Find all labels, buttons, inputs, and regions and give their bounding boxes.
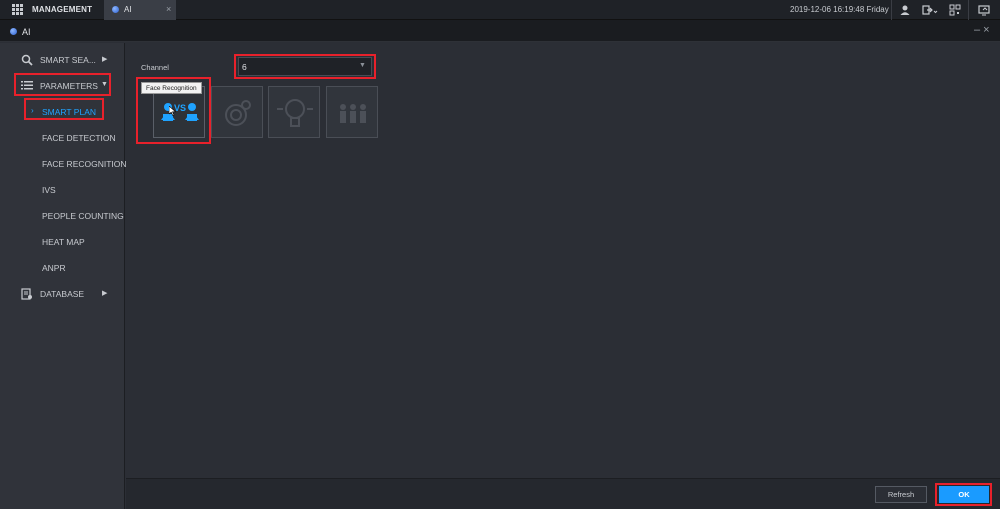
ai-icon	[112, 6, 119, 13]
sidebar-item-label: ANPR	[42, 263, 66, 273]
sidebar-item-people-counting[interactable]: PEOPLE COUNTING	[0, 202, 125, 228]
people-counting-icon	[340, 104, 366, 123]
chevron-right-icon: ▶	[102, 56, 108, 63]
sidebar-item-anpr[interactable]: ANPR	[0, 254, 125, 280]
database-icon	[21, 288, 33, 300]
sidebar-item-smart-search[interactable]: SMART SEA... ▶	[0, 46, 125, 72]
face-recognition-icon	[161, 103, 199, 121]
display-settings-icon[interactable]	[977, 3, 991, 17]
tab-ai-label: AI	[124, 5, 132, 14]
sidebar-item-label: PARAMETERS	[40, 81, 98, 91]
divider	[891, 0, 892, 20]
sidebar-item-face-recognition[interactable]: FACE RECOGNITION	[0, 150, 127, 176]
sidebar-item-label: FACE RECOGNITION	[42, 159, 127, 169]
list-icon	[21, 80, 33, 91]
divider	[968, 0, 969, 20]
logout-icon[interactable]	[921, 3, 939, 17]
tab-close-icon[interactable]: ×	[166, 4, 171, 14]
user-icon[interactable]	[898, 3, 912, 17]
channel-label: Channel	[141, 63, 169, 72]
footer-bar	[126, 478, 1000, 509]
sidebar-item-ivs[interactable]: IVS	[0, 176, 125, 202]
sidebar-item-label: PEOPLE COUNTING	[42, 211, 124, 221]
channel-select[interactable]: 6 ▼	[238, 57, 372, 76]
chevron-right-icon: ›	[31, 106, 34, 115]
heat-map-tile[interactable]	[268, 86, 320, 138]
mouse-cursor-icon	[169, 106, 177, 116]
sidebar-item-label: DATABASE	[40, 289, 85, 299]
window-controls[interactable]: – ×	[974, 24, 990, 36]
tab-ai[interactable]: AI ×	[104, 0, 176, 20]
qr-code-icon[interactable]	[948, 3, 962, 17]
sidebar-item-label: FACE DETECTION	[42, 133, 116, 143]
chevron-right-icon: ▶	[102, 290, 108, 297]
chevron-down-icon: ▼	[359, 62, 366, 69]
sidebar-item-label: IVS	[42, 185, 56, 195]
people-counting-tile[interactable]	[326, 86, 378, 138]
channel-value: 6	[242, 62, 247, 72]
ivs-tile[interactable]	[211, 86, 263, 138]
main-menu-icon[interactable]	[12, 4, 23, 15]
sidebar-item-database[interactable]: DATABASE ▶	[0, 280, 125, 306]
top-bar: MANAGEMENT AI × 2019-12-06 16:19:48 Frid…	[0, 0, 1000, 20]
sidebar-item-smart-plan[interactable]: › SMART PLAN	[0, 98, 125, 124]
ai-icon	[10, 28, 17, 35]
sidebar-item-label: SMART PLAN	[42, 107, 97, 117]
search-icon	[21, 54, 33, 66]
window-title: AI	[22, 27, 31, 37]
sidebar-item-label: HEAT MAP	[42, 237, 85, 247]
window-title-bar: AI – ×	[0, 20, 1000, 42]
sidebar-item-label: SMART SEA...	[40, 55, 96, 65]
ivs-icon	[225, 100, 251, 126]
sidebar: SMART SEA... ▶ PARAMETERS ▼ › SMART PLAN…	[0, 43, 127, 509]
chevron-down-icon: ▼	[101, 81, 108, 88]
sidebar-item-face-detection[interactable]: FACE DETECTION	[0, 124, 125, 150]
management-menu[interactable]: MANAGEMENT	[32, 5, 92, 14]
heat-map-icon	[277, 99, 313, 127]
face-recognition-tooltip: Face Recognition	[141, 82, 202, 94]
sidebar-item-heat-map[interactable]: HEAT MAP	[0, 228, 125, 254]
refresh-button[interactable]: Refresh	[875, 486, 927, 503]
system-datetime: 2019-12-06 16:19:48 Friday	[790, 5, 889, 14]
ok-button[interactable]: OK	[939, 486, 989, 503]
sidebar-item-parameters[interactable]: PARAMETERS ▼	[0, 72, 125, 98]
